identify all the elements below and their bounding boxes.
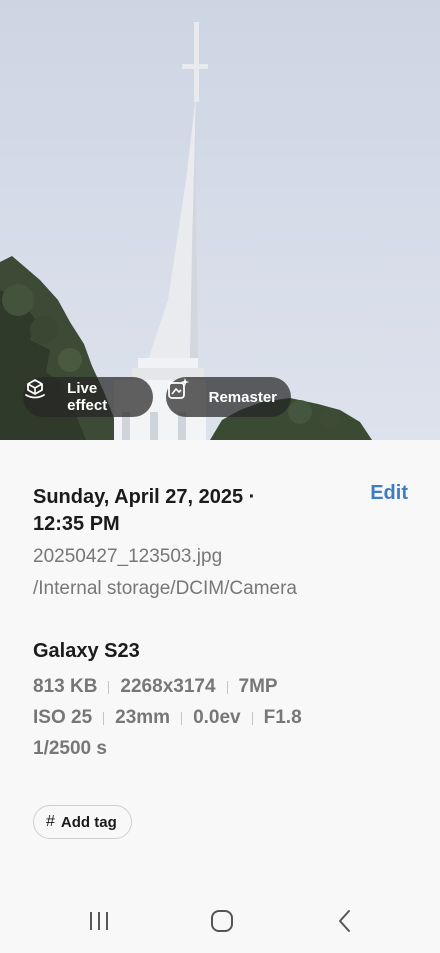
shutter-speed: 1/2500 s <box>33 738 107 759</box>
file-path: /Internal storage/DCIM/Camera <box>33 578 297 599</box>
date-line: Sunday, April 27, 2025 · <box>33 486 256 508</box>
hash-icon: # <box>46 813 55 830</box>
recent-apps-button[interactable] <box>79 906 119 936</box>
church-steeple-photo <box>0 22 372 440</box>
remaster-button[interactable]: Remaster <box>166 377 291 417</box>
separator <box>181 711 183 725</box>
file-specs-row: 813 KB 2268x3174 7MP <box>33 676 278 698</box>
remaster-icon <box>168 378 202 410</box>
time-line: 12:35 PM <box>33 513 120 535</box>
separator <box>103 711 105 725</box>
recent-apps-icon <box>90 912 108 930</box>
photo-preview[interactable]: Live effect Remaster <box>0 0 440 440</box>
aperture: F1.8 <box>263 707 302 728</box>
remaster-label: Remaster <box>208 388 277 406</box>
details-panel: Sunday, April 27, 2025 · 12:35 PM Edit 2… <box>0 440 440 953</box>
shutter-row: 1/2500 s <box>33 738 107 760</box>
add-tag-label: Add tag <box>60 813 117 831</box>
system-navigation-bar <box>0 890 440 953</box>
separator <box>108 680 110 694</box>
file-size: 813 KB <box>33 676 98 697</box>
add-tag-button[interactable]: # Add tag <box>33 805 132 839</box>
live-effect-label: Live effect <box>67 380 108 414</box>
device-name: Galaxy S23 <box>33 640 140 662</box>
back-button[interactable] <box>325 906 365 936</box>
edit-button[interactable]: Edit <box>370 482 408 505</box>
date-time: Sunday, April 27, 2025 · 12:35 PM <box>33 484 333 538</box>
separator <box>251 711 253 725</box>
iso: ISO 25 <box>33 707 93 728</box>
focal-length: 23mm <box>115 707 171 728</box>
megapixels: 7MP <box>238 676 278 697</box>
live-effect-icon <box>25 379 60 410</box>
home-button[interactable] <box>202 906 242 936</box>
exposure-value: 0.0ev <box>193 707 241 728</box>
home-icon <box>211 910 233 932</box>
resolution: 2268x3174 <box>120 676 216 697</box>
live-effect-button[interactable]: Live effect <box>23 377 153 417</box>
camera-settings-row: ISO 25 23mm 0.0ev F1.8 <box>33 707 302 729</box>
file-name: 20250427_123503.jpg <box>33 546 223 567</box>
separator <box>226 680 228 694</box>
back-icon <box>339 910 350 932</box>
